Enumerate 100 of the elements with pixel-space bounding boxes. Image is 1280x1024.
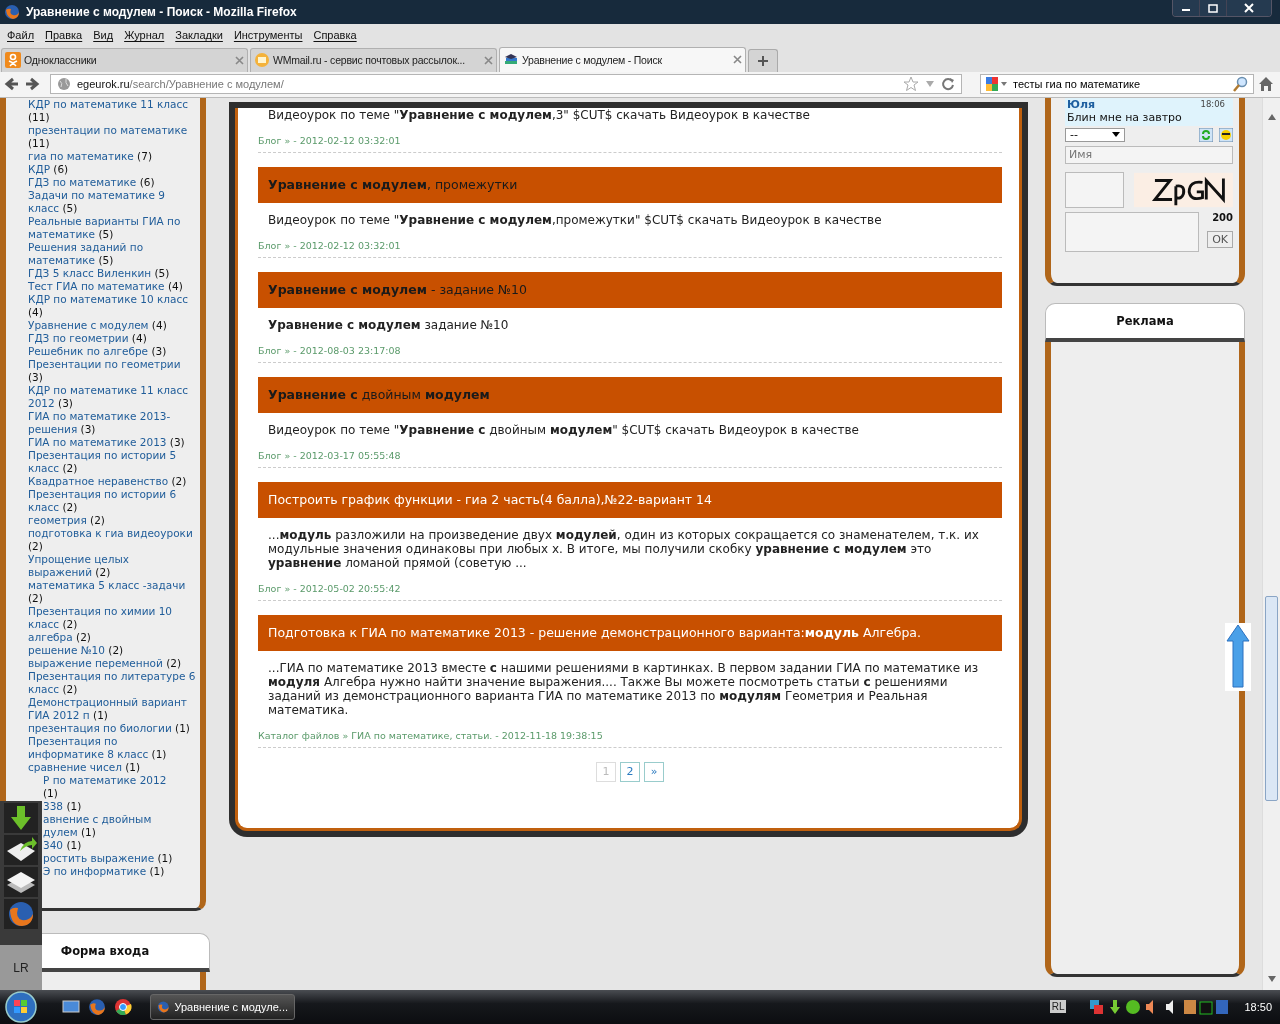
- tag-link[interactable]: Презентация по информатике 8 класс (1): [28, 734, 196, 761]
- tag-link[interactable]: Решебник по алгебре (3): [28, 344, 196, 358]
- tag-link[interactable]: ГДЗ 5 класс Виленкин (5): [28, 266, 196, 280]
- reload-icon[interactable]: [941, 77, 955, 92]
- result-meta[interactable]: Каталог файлов » ГИА по математике, статьи. - 2012-11-18 19:38:15: [258, 729, 1002, 748]
- search-engine-icon[interactable]: [985, 76, 1009, 93]
- tag-link[interactable]: Презентация по истории 6 класс (2): [28, 487, 196, 514]
- tag-link[interactable]: Уравнение с модулем (4): [28, 318, 196, 332]
- minimize-button[interactable]: [1173, 0, 1199, 16]
- scrollbar[interactable]: [1262, 97, 1280, 990]
- search-field[interactable]: тесты гиа по математике: [980, 74, 1254, 95]
- browser-tab[interactable]: WMmail.ru - сервис почтовых рассылок...: [250, 47, 497, 72]
- menu-item[interactable]: Журнал: [119, 28, 171, 41]
- ok-button[interactable]: OK: [1207, 230, 1233, 248]
- tag-link[interactable]: гиа по математике (7): [28, 149, 196, 163]
- download-icon[interactable]: [4, 802, 38, 833]
- desktop-icon[interactable]: [62, 999, 80, 1015]
- tag-link[interactable]: сравнение чисел (1): [28, 760, 196, 774]
- tag-count: (4): [28, 305, 43, 318]
- page-link[interactable]: »: [644, 761, 664, 782]
- tag-link[interactable]: Квадратное неравенство (2): [28, 474, 196, 488]
- smiley-icon[interactable]: [1219, 127, 1233, 142]
- maximize-button[interactable]: [1199, 0, 1226, 16]
- result-title-link[interactable]: Уравнение с модулем - задание №10: [268, 282, 527, 298]
- home-button[interactable]: [1258, 76, 1274, 93]
- result-snippet: Видеоурок по теме "Уравнение с двойным модулем" $CUT$ скачать Видеоурок в качестве: [267, 422, 860, 437]
- result-meta[interactable]: Блог » - 2012-08-03 23:17:08: [258, 344, 1002, 363]
- tag-link[interactable]: ГДЗ по математике (6): [28, 175, 196, 189]
- result-meta[interactable]: Блог » - 2012-03-17 05:55:48: [258, 449, 1002, 468]
- firefox-icon[interactable]: [4, 898, 38, 929]
- captcha-field[interactable]: [1065, 171, 1125, 208]
- back-button[interactable]: [4, 76, 20, 93]
- stack-icon[interactable]: [4, 866, 38, 897]
- menu-item[interactable]: Справка: [308, 28, 363, 41]
- address-bar[interactable]: egeurok.ru/search/Уравнение с модулем/: [50, 74, 962, 95]
- new-tab-button[interactable]: [748, 48, 778, 72]
- tag-link[interactable]: ГИА по математике 2013 (3): [28, 435, 196, 449]
- tag-count: (1): [66, 838, 82, 851]
- tag-link[interactable]: ГДЗ по геометрии (4): [28, 331, 196, 345]
- result-meta[interactable]: Блог » - 2012-02-12 03:32:01: [258, 239, 1002, 258]
- result-title-link[interactable]: Уравнение с модулем, промежутки: [268, 177, 518, 193]
- forward-button[interactable]: [24, 76, 40, 93]
- menu-item[interactable]: Правка: [40, 28, 89, 41]
- dropdown[interactable]: --: [1065, 127, 1125, 142]
- tag-link[interactable]: КДР по математике 10 класс (4): [28, 292, 196, 319]
- tag-link[interactable]: презентации по математике (11): [28, 123, 196, 150]
- tag-link[interactable]: КДР по математике 11 класс (11): [28, 97, 196, 124]
- tag-count: (7): [137, 149, 152, 162]
- menu-item[interactable]: Вид: [88, 28, 120, 41]
- scroll-up-icon[interactable]: [1267, 113, 1276, 120]
- tag-link[interactable]: Реальные варианты ГИА по математике (5): [28, 214, 196, 241]
- tag-link[interactable]: Р по математике 2012 (1): [43, 773, 183, 800]
- tag-link[interactable]: Презентация по литературе 6 класс (2): [28, 669, 196, 696]
- menu-item[interactable]: Инструменты: [228, 28, 309, 41]
- tag-link[interactable]: выражение переменной (2): [28, 656, 196, 670]
- name-field[interactable]: Имя: [1065, 145, 1233, 164]
- tag-link[interactable]: Демонстрационный вариант ГИА 2012 п (1): [28, 695, 196, 722]
- tag-link[interactable]: Задачи по математике 9 класс (5): [28, 188, 196, 215]
- tag-link[interactable]: решение №10 (2): [28, 643, 196, 657]
- chrome-icon[interactable]: [114, 998, 132, 1016]
- result-title-link[interactable]: Уравнение с двойным модулем: [268, 387, 490, 403]
- tag-link[interactable]: Презентация по химии 10 класс (2): [28, 604, 196, 631]
- result-meta[interactable]: Блог » - 2012-05-02 20:55:42: [258, 582, 1002, 601]
- tag-link[interactable]: математика 5 класс -задачи (2): [28, 578, 196, 605]
- taskbar-button[interactable]: Уравнение с модуле...: [150, 994, 295, 1020]
- page-link[interactable]: 2: [620, 761, 640, 782]
- tag-link[interactable]: Упрощение целых выражений (2): [28, 552, 196, 579]
- tag-link[interactable]: авнение с двойным дулем (1): [43, 812, 183, 839]
- close-button[interactable]: [1226, 0, 1271, 16]
- result-meta[interactable]: Блог » - 2012-02-12 03:32:01: [258, 134, 1002, 153]
- tag-link[interactable]: алгебра (2): [28, 630, 196, 644]
- menu-item[interactable]: Файл: [2, 28, 41, 41]
- language-indicator[interactable]: RL: [1049, 1000, 1067, 1014]
- close-icon[interactable]: [733, 55, 742, 65]
- tag-link[interactable]: Презентации по геометрии (3): [28, 357, 196, 384]
- tag-link[interactable]: КДР (6): [28, 162, 196, 176]
- search-icon[interactable]: [1233, 76, 1249, 93]
- tag-link[interactable]: подготовка к гиа видеоуроки (2): [28, 526, 196, 553]
- tag-link[interactable]: 338 (1): [43, 799, 183, 813]
- scrollbar-thumb[interactable]: [1265, 595, 1278, 801]
- menu-item[interactable]: Закладки: [170, 28, 229, 41]
- tag-link[interactable]: Презентация по истории 5 класс (2): [28, 448, 196, 475]
- tag-link[interactable]: КДР по математике 11 класс 2012 (3): [28, 383, 196, 410]
- scroll-to-top-icon[interactable]: [1225, 622, 1251, 691]
- tag-link[interactable]: презентация по биологии (1): [28, 721, 196, 735]
- tag-link[interactable]: Тест ГИА по математике (4): [28, 279, 196, 293]
- scroll-down-icon[interactable]: [1267, 976, 1276, 982]
- tag-link[interactable]: ростить выражение (1): [43, 851, 183, 865]
- dock-label[interactable]: LR: [0, 944, 42, 990]
- refresh-icon[interactable]: [1199, 127, 1213, 142]
- tray-icons-drawing[interactable]: [1088, 998, 1229, 1016]
- tag-link[interactable]: ГИА по математике 2013-решения (3): [28, 409, 196, 436]
- browser-tab[interactable]: Одноклассники: [1, 47, 248, 72]
- tag-link[interactable]: геометрия (2): [28, 513, 196, 527]
- tag-link[interactable]: Решения заданий по математике (5): [28, 240, 196, 267]
- star-icon[interactable]: [903, 76, 919, 93]
- tag-link[interactable]: 340 (1): [43, 838, 183, 852]
- browser-tab[interactable]: Уравнение с модулем - Поиск: [499, 46, 746, 72]
- message-field[interactable]: [1065, 211, 1199, 252]
- tag-link[interactable]: Э по информатике (1): [43, 864, 183, 878]
